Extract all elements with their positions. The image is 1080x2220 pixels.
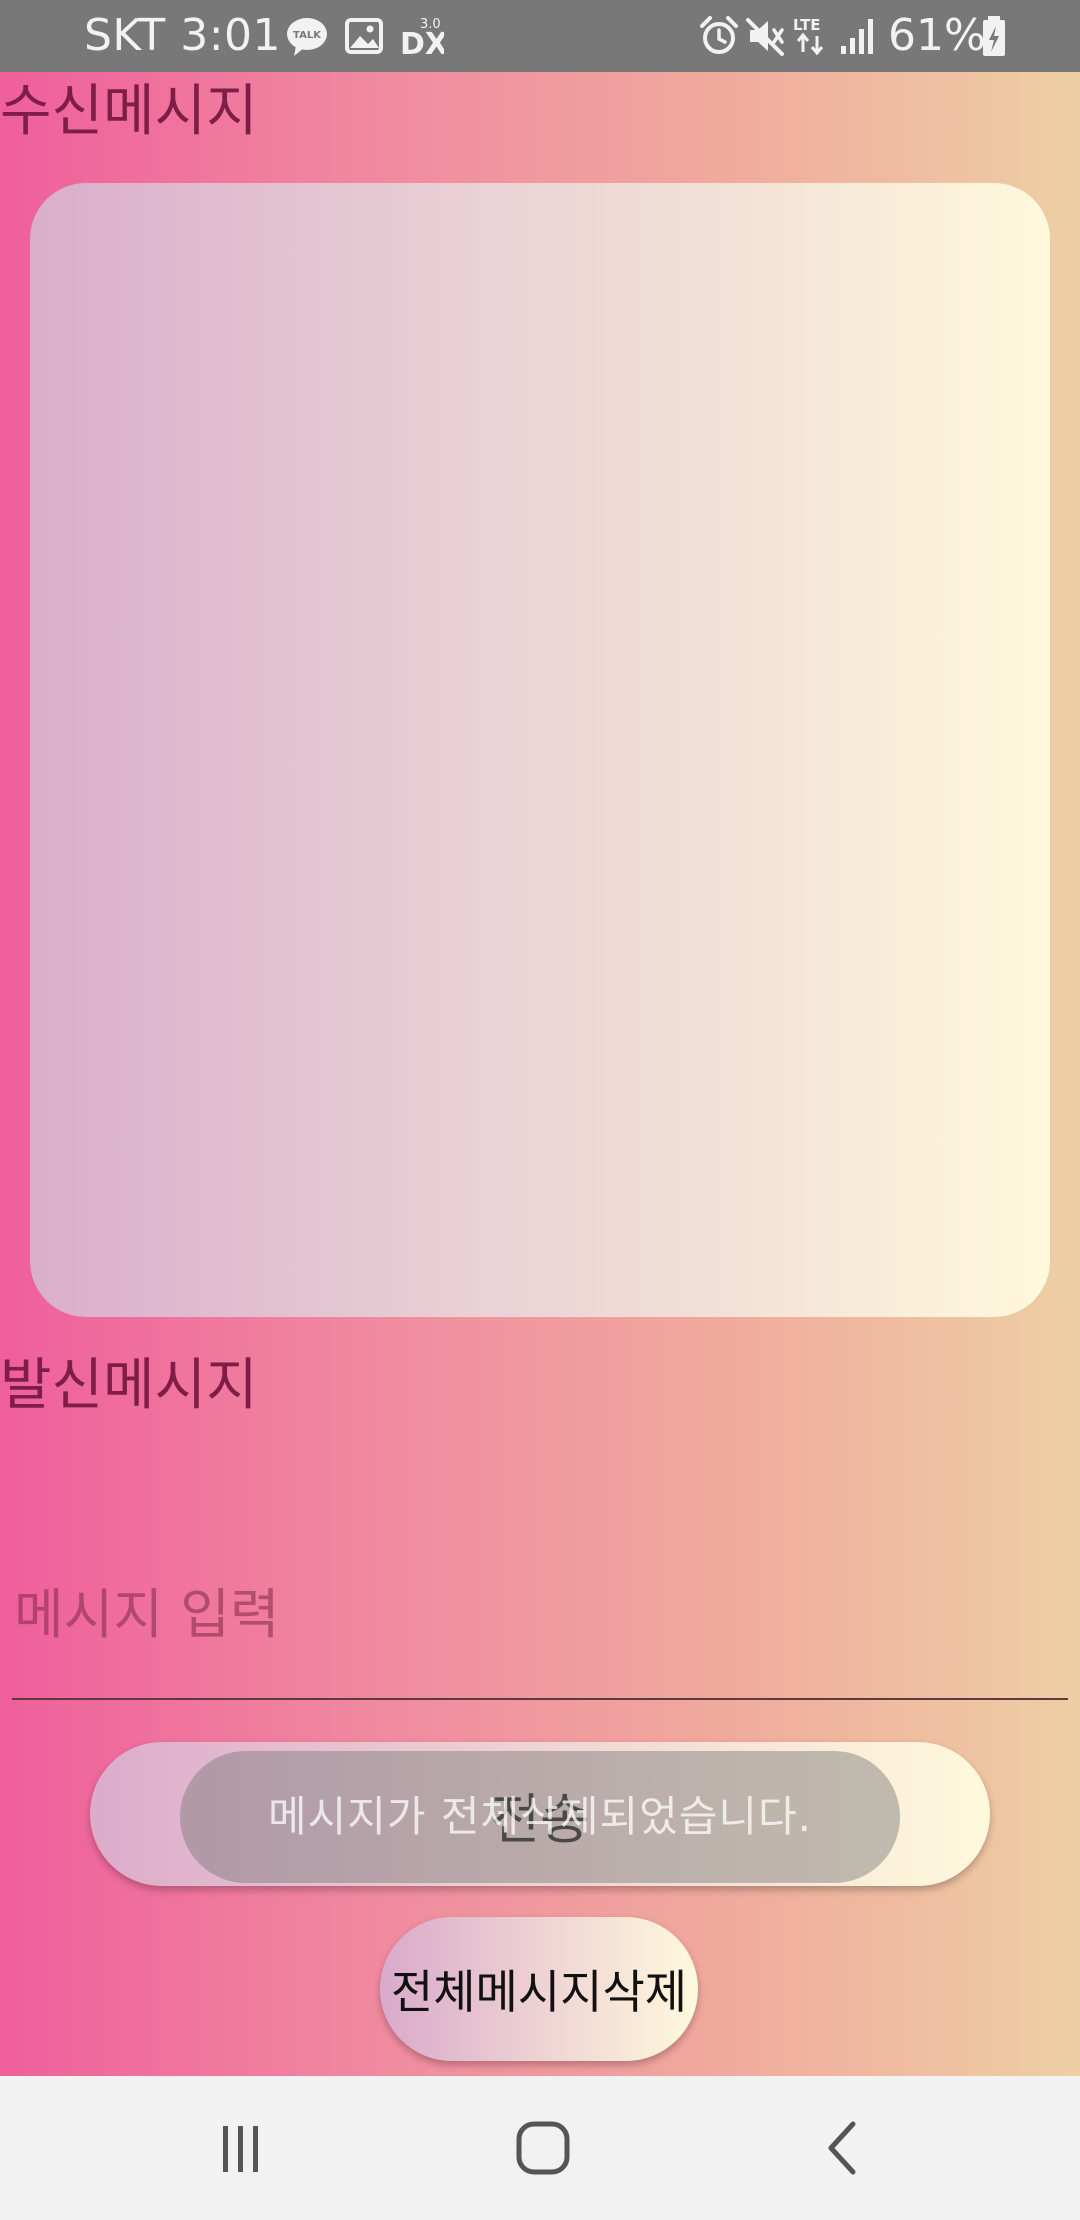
toast-message: 메시지가 전체삭제되었습니다. xyxy=(180,1751,900,1883)
received-messages-box xyxy=(30,183,1050,1317)
home-button[interactable] xyxy=(483,2112,603,2184)
lte-icon: LTE xyxy=(793,16,824,56)
received-messages-label: 수신메시지 xyxy=(0,79,258,144)
alarm-icon xyxy=(700,16,738,54)
message-input[interactable] xyxy=(12,1530,1068,1700)
dx-icon: DX 3.0 xyxy=(400,17,444,58)
talk-icon: TALK xyxy=(287,18,327,56)
back-icon xyxy=(828,2121,856,2175)
delete-all-messages-button[interactable]: 전체메시지삭제 xyxy=(380,1917,698,2061)
recent-apps-icon xyxy=(223,2126,258,2172)
navigation-bar xyxy=(0,2076,1080,2220)
svg-text:LTE: LTE xyxy=(793,16,821,34)
mute-icon xyxy=(746,18,784,56)
carrier-time: SKT 3:01 xyxy=(84,10,282,61)
sent-messages-label: 발신메시지 xyxy=(0,1353,258,1418)
status-bar: SKT 3:01 TALK DX 3.0 LTE 61% xyxy=(0,0,1080,72)
battery-icon xyxy=(983,16,1005,56)
home-icon xyxy=(516,2121,570,2175)
battery-percent: 61% xyxy=(888,10,986,61)
gallery-icon xyxy=(345,18,383,54)
recent-apps-button[interactable] xyxy=(181,2112,301,2184)
svg-text:TALK: TALK xyxy=(293,30,322,41)
back-button[interactable] xyxy=(785,2112,905,2184)
svg-text:3.0: 3.0 xyxy=(420,17,441,32)
signal-icon xyxy=(841,19,873,54)
